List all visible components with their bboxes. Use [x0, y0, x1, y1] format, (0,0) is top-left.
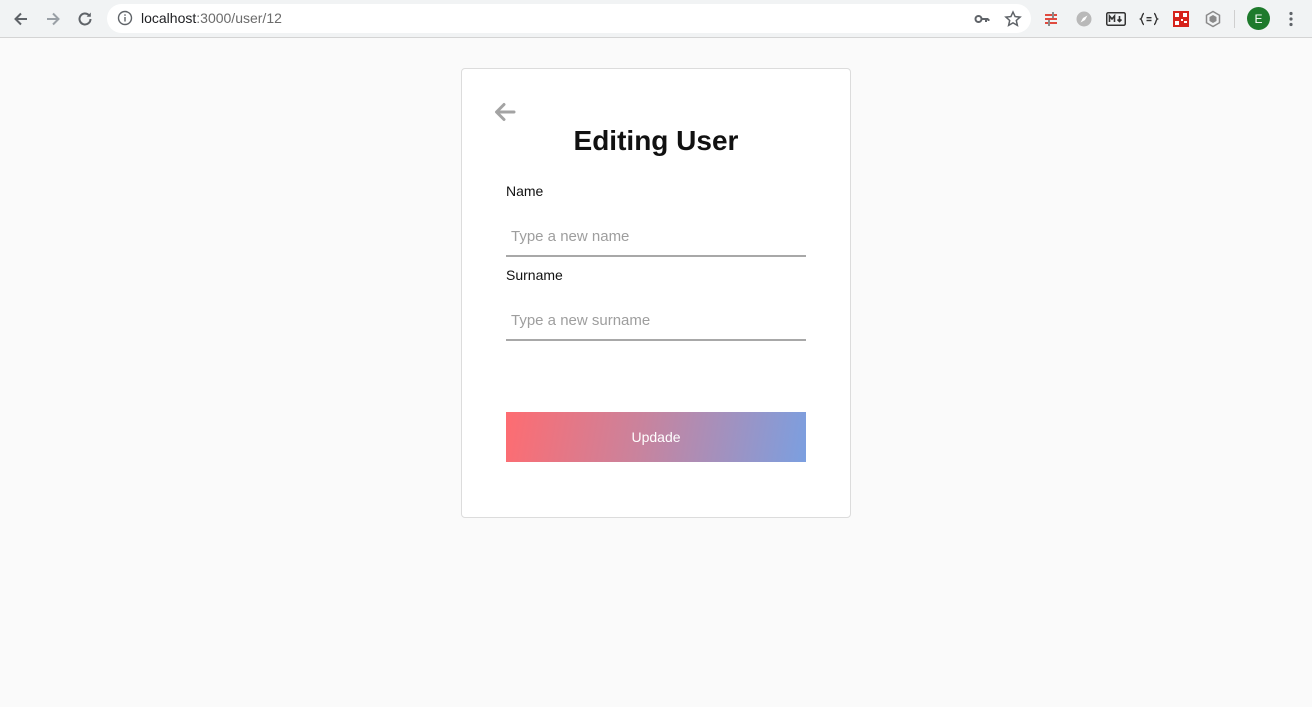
back-arrow-icon[interactable] [8, 6, 34, 32]
hexagon-extension-icon[interactable] [1203, 9, 1223, 29]
qr-extension-icon[interactable] [1171, 9, 1191, 29]
toolbar-separator [1234, 10, 1235, 28]
compass-icon[interactable] [1074, 9, 1094, 29]
browser-toolbar: localhost:3000/user/12 E [0, 0, 1312, 38]
back-arrow-icon[interactable] [492, 99, 518, 125]
address-bar[interactable]: localhost:3000/user/12 [107, 4, 1031, 33]
name-label: Name [506, 183, 544, 199]
update-button[interactable]: Updade [506, 412, 806, 462]
surname-input[interactable] [506, 301, 806, 341]
profile-avatar[interactable]: E [1247, 7, 1270, 30]
url-host: localhost [141, 10, 197, 26]
key-icon[interactable] [972, 9, 992, 29]
redux-devtools-icon[interactable] [1041, 9, 1061, 29]
url-text[interactable]: localhost:3000/user/12 [141, 10, 282, 26]
reload-icon[interactable] [72, 6, 98, 32]
edit-user-card: Editing User Name Surname Updade [461, 68, 851, 518]
info-icon[interactable] [117, 10, 133, 31]
star-icon[interactable] [1003, 9, 1023, 29]
forward-arrow-icon[interactable] [40, 6, 66, 32]
vertical-dots-icon[interactable] [1280, 8, 1302, 30]
json-formatter-icon[interactable] [1139, 9, 1159, 29]
markdown-icon[interactable] [1106, 9, 1126, 29]
page-title: Editing User [573, 125, 739, 156]
surname-label: Surname [506, 267, 563, 283]
name-input[interactable] [506, 217, 806, 257]
url-path: :3000/user/12 [196, 10, 282, 26]
